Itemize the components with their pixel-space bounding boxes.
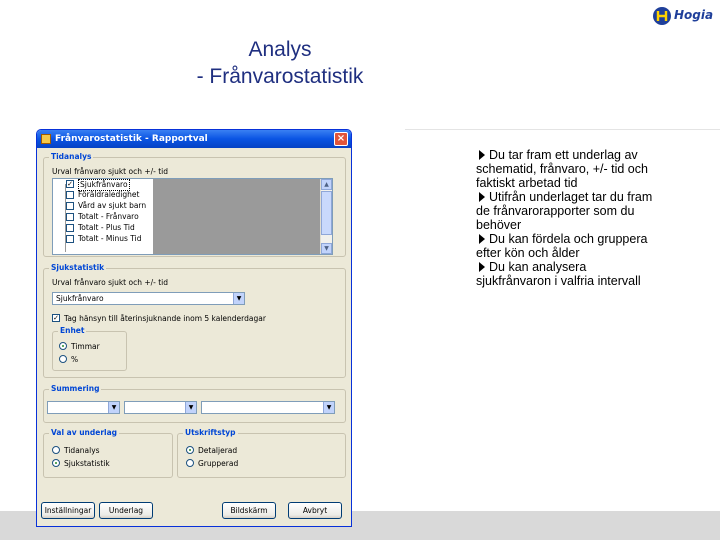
enhet-group: Enhet Timmar % bbox=[52, 326, 127, 371]
radio-grupperad-label: Grupperad bbox=[198, 459, 239, 468]
list-item[interactable]: Totalt - Minus Tid bbox=[53, 234, 332, 245]
bullet-item: Du kan fördela och gruppera efter kön oc… bbox=[476, 232, 648, 260]
slide-title-line1: Analys bbox=[248, 38, 312, 61]
close-icon[interactable]: × bbox=[334, 132, 348, 146]
radio-procent-label: % bbox=[71, 355, 79, 364]
sjukstatistik-label: Sjukstatistik bbox=[49, 263, 107, 273]
bullet-item: Utifrån underlaget tar du fram de frånva… bbox=[476, 190, 653, 232]
radio-grupperad[interactable] bbox=[186, 459, 194, 467]
dialog-titlebar[interactable]: Frånvarostatistik - Rapportval × bbox=[37, 130, 351, 148]
checkbox[interactable] bbox=[66, 191, 74, 199]
list-item[interactable]: Vård av sjukt barn bbox=[53, 201, 332, 212]
summering-label: Summering bbox=[49, 384, 102, 394]
checkbox[interactable] bbox=[66, 224, 74, 232]
sjukstatistik-prompt: Urval frånvaro sjukt och +/- tid bbox=[52, 278, 169, 287]
radio-procent[interactable] bbox=[59, 355, 67, 363]
summering-select-1[interactable]: ▼ bbox=[47, 401, 120, 414]
slide-title: Analys - Frånvarostatistik bbox=[170, 36, 390, 90]
sjukstatistik-select-value: Sjukfrånvaro bbox=[56, 294, 104, 303]
radio-sjukstatistik[interactable] bbox=[52, 459, 60, 467]
scroll-thumb[interactable] bbox=[321, 191, 332, 235]
installningar-button[interactable]: Inställningar bbox=[41, 502, 95, 519]
hogia-logo-text: Hogia bbox=[674, 8, 714, 22]
radio-detaljerad-label: Detaljerad bbox=[198, 446, 238, 455]
summering-select-3[interactable]: ▼ bbox=[201, 401, 335, 414]
bullet-list: Du tar fram ett underlag av schematid, f… bbox=[476, 148, 656, 288]
bullet-arrow-icon bbox=[479, 150, 485, 160]
sjukstatistik-group: Sjukstatistik Urval frånvaro sjukt och +… bbox=[43, 263, 346, 378]
radio-sjukstatistik-label: Sjukstatistik bbox=[64, 459, 110, 468]
list-item[interactable]: Föräldraledighet bbox=[53, 190, 332, 201]
scroll-down-icon[interactable]: ▼ bbox=[321, 243, 332, 254]
utskriftstyp-group: Utskriftstyp Detaljerad Grupperad bbox=[177, 428, 346, 478]
bullet-item: Du tar fram ett underlag av schematid, f… bbox=[476, 148, 648, 190]
bildskarm-button[interactable]: Bildskärm bbox=[222, 502, 276, 519]
rapportval-dialog: Frånvarostatistik - Rapportval × Tidanal… bbox=[36, 129, 352, 527]
checkbox[interactable] bbox=[66, 202, 74, 210]
avbryt-button[interactable]: Avbryt bbox=[288, 502, 342, 519]
vertical-scrollbar[interactable]: ▲ ▼ bbox=[320, 179, 332, 254]
dialog-title: Frånvarostatistik - Rapportval bbox=[55, 134, 208, 144]
divider-line bbox=[405, 129, 720, 130]
summering-group: Summering ▼ ▼ ▼ bbox=[43, 384, 346, 423]
list-item[interactable]: Totalt - Plus Tid bbox=[53, 223, 332, 234]
val-av-underlag-label: Val av underlag bbox=[49, 428, 120, 438]
checkbox[interactable] bbox=[66, 235, 74, 243]
tidanalys-listbox[interactable]: ✓ Sjukfrånvaro Föräldraledighet Vård av … bbox=[52, 178, 333, 255]
chevron-down-icon[interactable]: ▼ bbox=[185, 402, 196, 413]
radio-tidanalys-label: Tidanalys bbox=[64, 446, 100, 455]
bullet-arrow-icon bbox=[479, 234, 485, 244]
tidanalys-prompt: Urval frånvaro sjukt och +/- tid bbox=[52, 167, 169, 176]
summering-select-2[interactable]: ▼ bbox=[124, 401, 197, 414]
val-av-underlag-group: Val av underlag Tidanalys Sjukstatistik bbox=[43, 428, 173, 478]
scroll-up-icon[interactable]: ▲ bbox=[321, 179, 332, 190]
radio-timmar-label: Timmar bbox=[71, 342, 100, 351]
chevron-down-icon[interactable]: ▼ bbox=[108, 402, 119, 413]
aterinsjuknande-checkbox[interactable]: ✓ bbox=[52, 314, 60, 322]
checkbox[interactable] bbox=[66, 213, 74, 221]
list-item[interactable]: ✓ Sjukfrånvaro bbox=[53, 179, 332, 191]
sjukstatistik-select[interactable]: Sjukfrånvaro ▼ bbox=[52, 292, 245, 305]
radio-timmar[interactable] bbox=[59, 342, 67, 350]
bullet-arrow-icon bbox=[479, 262, 485, 272]
underlag-button[interactable]: Underlag bbox=[99, 502, 153, 519]
list-item[interactable]: Totalt - Frånvaro bbox=[53, 212, 332, 223]
bullet-arrow-icon bbox=[479, 192, 485, 202]
bullet-item: Du kan analysera sjukfrånvaron i valfria… bbox=[476, 260, 641, 288]
enhet-label: Enhet bbox=[58, 326, 87, 336]
hogia-logo: Hogia bbox=[652, 6, 716, 26]
tidanalys-label: Tidanalys bbox=[49, 152, 94, 162]
aterinsjuknande-label: Tag hänsyn till återinsjuknande inom 5 k… bbox=[64, 314, 266, 323]
utskriftstyp-label: Utskriftstyp bbox=[183, 428, 238, 438]
chevron-down-icon[interactable]: ▼ bbox=[323, 402, 334, 413]
radio-detaljerad[interactable] bbox=[186, 446, 194, 454]
tidanalys-group: Tidanalys Urval frånvaro sjukt och +/- t… bbox=[43, 152, 346, 257]
hogia-logo-icon bbox=[653, 7, 671, 25]
chevron-down-icon[interactable]: ▼ bbox=[233, 293, 244, 304]
radio-tidanalys[interactable] bbox=[52, 446, 60, 454]
checkbox-checked[interactable]: ✓ bbox=[66, 180, 74, 188]
slide-title-line2: - Frånvarostatistik bbox=[196, 65, 364, 88]
app-icon bbox=[41, 134, 51, 144]
